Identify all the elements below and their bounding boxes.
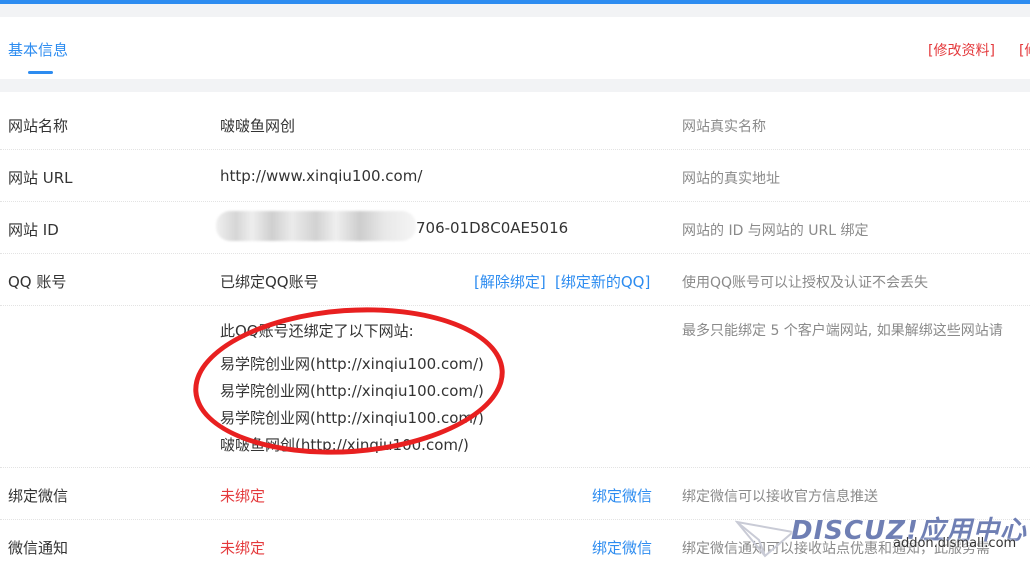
site-name-hint: 网站真实名称 xyxy=(682,119,766,135)
site-name-label: 网站名称 xyxy=(8,117,69,135)
tab-basic-info[interactable]: 基本信息 xyxy=(8,39,68,60)
site-id-value: 706-01D8C0AE5016 xyxy=(416,219,569,237)
row-site-name: 网站名称 啵啵鱼网创 网站真实名称 xyxy=(0,92,1030,150)
row-bound-sites: 此QQ账号还绑定了以下网站: 易学院创业网(http://xinqiu100.c… xyxy=(0,305,1030,468)
site-url-value: http://www.xinqiu100.com/ xyxy=(220,167,423,185)
bound-site-item: 易学院创业网(http://xinqiu100.com/) xyxy=(220,409,484,427)
bound-site-item: 啵啵鱼网创(http://xinqiu100.com/) xyxy=(220,436,469,454)
wechat-notify-label: 微信通知 xyxy=(8,539,69,557)
wechat-bind-label: 绑定微信 xyxy=(8,487,69,505)
bound-sites-intro: 此QQ账号还绑定了以下网站: xyxy=(220,322,414,340)
site-url-label: 网站 URL xyxy=(8,169,73,187)
qq-status: 已绑定QQ账号 xyxy=(220,273,319,291)
info-panel: 网站名称 啵啵鱼网创 网站真实名称 网站 URL http://www.xinq… xyxy=(0,92,1030,573)
row-qq-account: QQ 账号 已绑定QQ账号 [解除绑定] [绑定新的QQ] 使用QQ账号可以让授… xyxy=(0,253,1030,306)
bind-new-qq-link[interactable]: [绑定新的QQ] xyxy=(555,271,650,292)
wechat-notify-hint: 绑定微信通知可以接收站点优惠和通知，此服务需 xyxy=(682,541,990,557)
wechat-notify-status: 未绑定 xyxy=(220,539,266,557)
header-link-cut[interactable]: [修 xyxy=(1019,40,1030,60)
wechat-bind-hint: 绑定微信可以接收官方信息推送 xyxy=(682,489,878,505)
unbind-qq-link[interactable]: [解除绑定] xyxy=(474,271,546,292)
site-id-label: 网站 ID xyxy=(8,221,59,239)
bind-wechat-notify-link[interactable]: 绑定微信 xyxy=(592,537,652,558)
site-id-hint: 网站的 ID 与网站的 URL 绑定 xyxy=(682,223,869,239)
bind-wechat-link[interactable]: 绑定微信 xyxy=(592,485,652,506)
row-site-url: 网站 URL http://www.xinqiu100.com/ 网站的真实地址 xyxy=(0,149,1030,202)
redacted-blur xyxy=(216,211,416,241)
qq-hint: 使用QQ账号可以让授权及认证不会丢失 xyxy=(682,275,929,291)
site-name-value: 啵啵鱼网创 xyxy=(220,117,296,135)
row-site-id: 网站 ID 706-01D8C0AE5016 网站的 ID 与网站的 URL 绑… xyxy=(0,201,1030,254)
qq-label: QQ 账号 xyxy=(8,273,67,291)
bound-sites-hint: 最多只能绑定 5 个客户端网站, 如果解绑这些网站请 xyxy=(682,323,1003,339)
row-wechat-bind: 绑定微信 未绑定 绑定微信 绑定微信可以接收官方信息推送 xyxy=(0,467,1030,520)
row-wechat-notify: 微信通知 未绑定 绑定微信 绑定微信通知可以接收站点优惠和通知，此服务需 xyxy=(0,519,1030,573)
site-url-hint: 网站的真实地址 xyxy=(682,171,780,187)
wechat-bind-status: 未绑定 xyxy=(220,487,266,505)
active-tab-indicator xyxy=(28,71,53,74)
bound-site-item: 易学院创业网(http://xinqiu100.com/) xyxy=(220,355,484,373)
top-accent-bar xyxy=(0,0,1030,4)
bound-site-item: 易学院创业网(http://xinqiu100.com/) xyxy=(220,382,484,400)
profile-header: 基本信息 [修改资料] [修 xyxy=(0,17,1030,79)
edit-profile-link[interactable]: [修改资料] xyxy=(928,40,995,60)
